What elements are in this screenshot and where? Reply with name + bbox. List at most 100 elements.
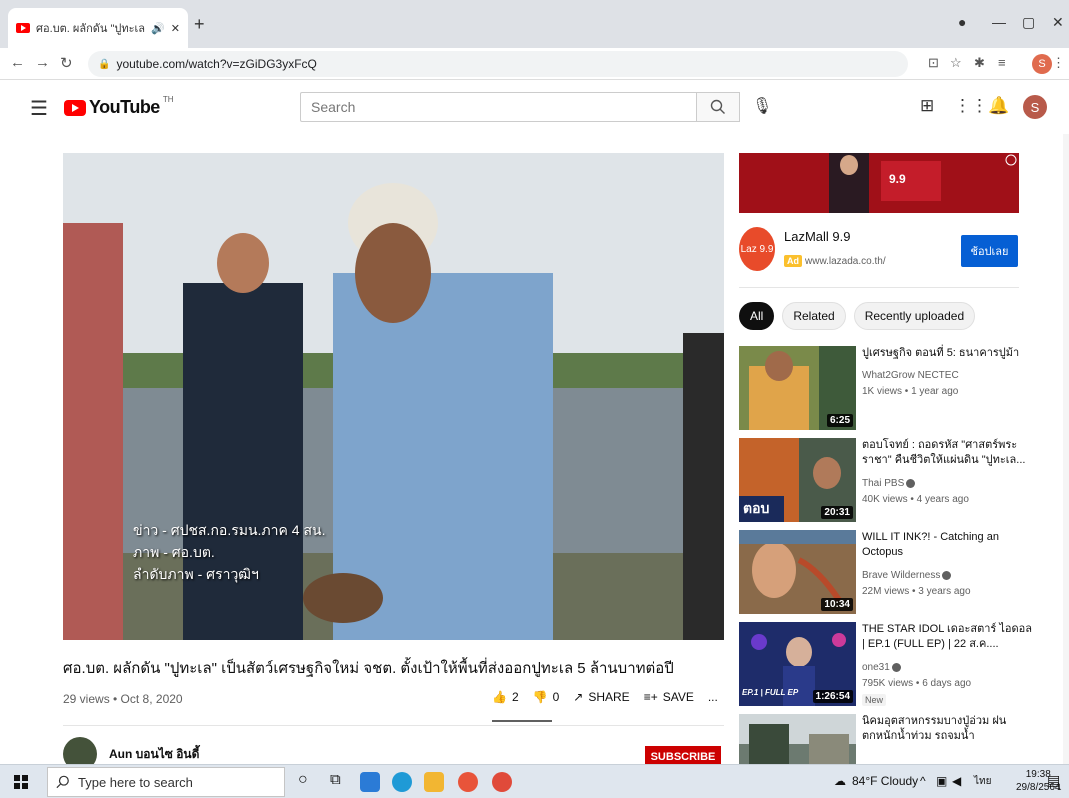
volume-icon[interactable]: ◀ — [952, 774, 961, 788]
like-ratio-bar — [492, 720, 552, 722]
save-button[interactable]: ≡+ SAVE — [644, 690, 694, 704]
recommendation-item[interactable]: 6:25 ปูเศรษฐกิจ ตอนที่ 5: ธนาคารปูม้า Wh… — [739, 346, 1059, 430]
speaker-icon[interactable]: 🔊 — [151, 22, 165, 35]
notifications-bell-icon[interactable]: 🔔 — [988, 96, 1009, 116]
chip-recently-uploaded[interactable]: Recently uploaded — [853, 302, 976, 330]
recommendation-title[interactable]: ตอบโจทย์ : ถอดรหัส "ศาสตร์พระราชา" คืนชี… — [862, 438, 1032, 468]
save-playlist-icon: ≡+ — [643, 690, 658, 704]
browser-tab-strip: ศอ.บต. ผลักดัน "ปูทะเล" เป็นสัตว์ 🔊 ✕ + … — [0, 0, 1069, 48]
search-button[interactable] — [696, 92, 740, 122]
new-tab-icon[interactable]: + — [194, 14, 205, 35]
input-language[interactable]: ไทย — [974, 774, 991, 789]
chrome-app-icon[interactable] — [492, 772, 512, 792]
verified-icon — [891, 662, 901, 672]
search-input[interactable] — [300, 92, 696, 122]
recommendation-channel[interactable]: What2Grow NECTEC — [862, 370, 959, 381]
ad-brand-logo[interactable]: Laz 9.9 — [739, 227, 775, 271]
tab-close-icon[interactable]: ✕ — [171, 22, 180, 35]
dislike-button[interactable]: 👎 0 — [533, 690, 560, 704]
windows-start-icon[interactable] — [14, 775, 28, 789]
recommendation-item[interactable]: 10:34 WILL IT INK?! - Catching an Octopu… — [739, 530, 1059, 614]
network-icon[interactable]: ▣ — [936, 774, 947, 788]
install-icon[interactable]: ⊡ — [928, 55, 939, 71]
taskbar-search[interactable]: Type here to search — [47, 767, 285, 797]
edge-browser-icon[interactable] — [392, 772, 412, 792]
app-icon[interactable] — [458, 772, 478, 792]
reading-list-icon[interactable]: ≡ — [998, 55, 1006, 70]
ad-url: www.lazada.co.th/ — [805, 256, 886, 267]
cortana-icon[interactable]: ○ — [298, 771, 308, 789]
video-thumbnail[interactable]: 10:34 — [739, 530, 856, 614]
forward-icon[interactable]: → — [35, 54, 50, 71]
recommendation-item[interactable]: EP.1 | FULL EP 1:26:54 THE STAR IDOL เดอ… — [739, 622, 1059, 706]
video-thumbnail[interactable]: EP.1 | FULL EP 1:26:54 — [739, 622, 856, 706]
tray-chevron-up-icon[interactable]: ^ — [920, 774, 926, 788]
tab-title: ศอ.บต. ผลักดัน "ปูทะเล" เป็นสัตว์ — [36, 23, 146, 35]
recommendation-title[interactable]: นิคมอุตสาหกรรมบางปู่อ่วม ฝนตกหนักน้ำท่วม… — [862, 714, 1032, 744]
verified-icon — [906, 478, 916, 488]
profile-dot-icon[interactable]: ● — [958, 14, 966, 30]
verified-icon — [942, 570, 952, 580]
caption-line: ลำดับภาพ - ศราวุฒิฯ — [133, 566, 259, 582]
video-player[interactable]: ข่าว - ศปชส.กอ.รมน.ภาค 4 สน. ภาพ - ศอ.บต… — [63, 153, 724, 640]
close-window-icon[interactable]: ✕ — [1052, 14, 1064, 31]
thumbs-up-icon: 👍 — [492, 690, 507, 704]
page-scrollbar[interactable] — [1063, 134, 1069, 764]
recommendation-channel[interactable]: Brave Wilderness — [862, 570, 952, 581]
weather-text[interactable]: 84°F Cloudy — [852, 774, 918, 788]
bookmark-star-icon[interactable]: ☆ — [950, 55, 962, 71]
taskbar-search-placeholder: Type here to search — [78, 774, 193, 790]
windows-taskbar: Type here to search ○ ⧉ ☁ 84°F Cloudy ^ … — [0, 764, 1069, 798]
divider — [739, 287, 1019, 288]
chip-related[interactable]: Related — [782, 302, 846, 330]
video-burned-captions: ข่าว - ศปชส.กอ.รมน.ภาค 4 สน. ภาพ - ศอ.บต… — [133, 519, 325, 585]
youtube-play-icon — [64, 99, 86, 116]
minimize-icon[interactable]: — — [992, 14, 1006, 30]
youtube-masthead: ☰ YouTube TH 🎙 ⊞ ⋮⋮ 🔔 S — [0, 80, 1069, 134]
share-button[interactable]: ↗ SHARE — [573, 690, 629, 704]
hamburger-menu-icon[interactable]: ☰ — [30, 96, 48, 121]
like-button[interactable]: 👍 2 — [492, 690, 519, 704]
recommendation-item[interactable]: ตอบ 20:31 ตอบโจทย์ : ถอดรหัส "ศาสตร์พระร… — [739, 438, 1059, 522]
more-actions-button[interactable]: ... — [708, 690, 718, 704]
video-thumbnail[interactable] — [739, 714, 856, 764]
chip-all[interactable]: All — [739, 302, 775, 330]
back-icon[interactable]: ← — [10, 54, 25, 71]
recommendation-item[interactable]: นิคมอุตสาหกรรมบางปู่อ่วม ฝนตกหนักน้ำท่วม… — [739, 714, 1059, 764]
recommendation-views: 1K views • 1 year ago — [862, 386, 959, 397]
calculator-app-icon[interactable] — [360, 772, 380, 792]
recommendation-title[interactable]: THE STAR IDOL เดอะสตาร์ ไอดอล | EP.1 (FU… — [862, 622, 1032, 652]
maximize-icon[interactable]: ▢ — [1022, 14, 1035, 31]
recommendation-channel[interactable]: Thai PBS — [862, 478, 916, 489]
create-video-icon[interactable]: ⊞ — [920, 96, 934, 116]
thumbnail-label: EP.1 | FULL EP — [742, 688, 799, 697]
reload-icon[interactable]: ↻ — [60, 54, 73, 72]
recommendation-title[interactable]: WILL IT INK?! - Catching an Octopus — [862, 530, 1032, 560]
caption-line: ภาพ - ศอ.บต. — [133, 544, 215, 560]
ad-info-row: Laz 9.9 LazMall 9.9 Ad www.lazada.co.th/… — [739, 225, 1019, 275]
channel-name[interactable]: Aun บอนไซ อินดี้ — [109, 745, 199, 764]
account-avatar[interactable]: S — [1023, 95, 1047, 119]
menu-dots-icon[interactable]: ⋮ — [1052, 55, 1065, 71]
video-thumbnail[interactable]: ตอบ 20:31 — [739, 438, 856, 522]
recommendation-title[interactable]: ปูเศรษฐกิจ ตอนที่ 5: ธนาคารปูม้า — [862, 346, 1032, 361]
lock-icon: 🔒 — [98, 58, 111, 70]
browser-profile-avatar[interactable]: S — [1032, 54, 1052, 74]
recommendation-channel[interactable]: one31 — [862, 662, 901, 673]
filter-chips: All Related Recently uploaded — [739, 302, 976, 330]
ad-cta-button[interactable]: ช้อปเลย — [961, 235, 1018, 267]
recommendation-views: 40K views • 4 years ago — [862, 494, 969, 505]
youtube-logo[interactable]: YouTube TH — [64, 95, 174, 118]
omnibox[interactable]: 🔒 youtube.com/watch?v=zGiDG3yxFcQ — [88, 51, 908, 77]
file-explorer-icon[interactable] — [424, 772, 444, 792]
apps-grid-icon[interactable]: ⋮⋮ — [954, 96, 988, 116]
ad-banner[interactable]: 9.9 — [739, 153, 1019, 213]
ad-name[interactable]: LazMall 9.9 — [784, 229, 850, 244]
video-thumbnail[interactable]: 6:25 — [739, 346, 856, 430]
microphone-icon[interactable]: 🎙 — [752, 96, 772, 116]
extensions-icon[interactable]: ✱ — [974, 55, 985, 71]
divider — [63, 725, 724, 726]
youtube-favicon-icon — [16, 23, 30, 33]
browser-tab[interactable]: ศอ.บต. ผลักดัน "ปูทะเล" เป็นสัตว์ 🔊 ✕ — [8, 8, 188, 48]
task-view-icon[interactable]: ⧉ — [330, 771, 341, 788]
